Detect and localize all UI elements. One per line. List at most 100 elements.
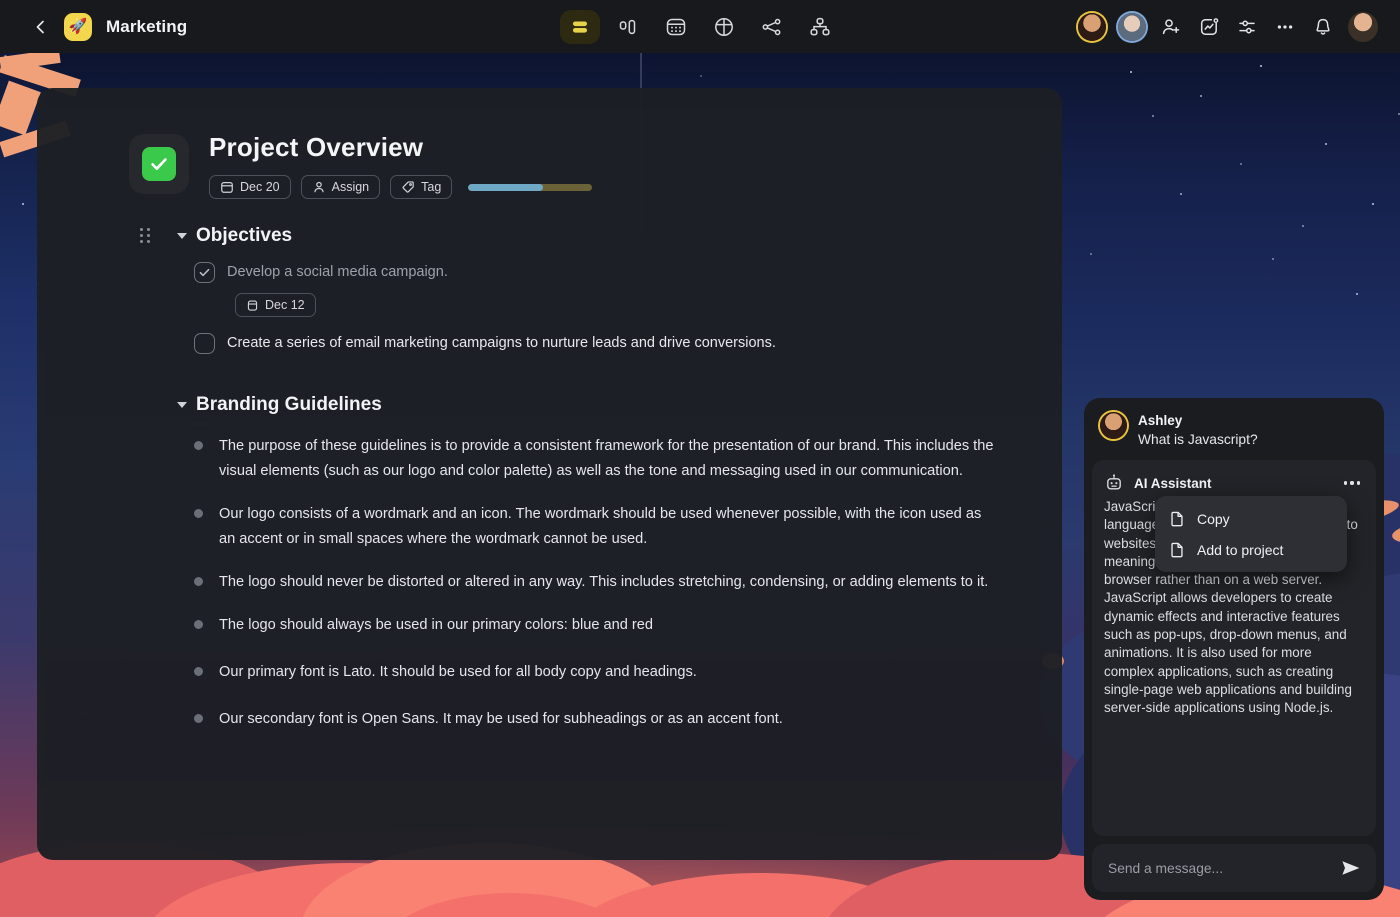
- member-avatar-2[interactable]: [1118, 13, 1146, 41]
- calendar-icon: [246, 299, 259, 312]
- calendar-icon: [664, 15, 688, 39]
- todo-date-pill[interactable]: Dec 12: [235, 293, 316, 317]
- workspace-title: Marketing: [106, 17, 187, 37]
- bullet-icon: [194, 441, 203, 450]
- document-body: Objectives Develop a social media campai…: [37, 199, 1062, 732]
- view-button-calendar[interactable]: [656, 10, 696, 44]
- chat-composer: [1092, 844, 1376, 892]
- user-message-body: Ashley What is Javascript?: [1138, 412, 1258, 450]
- send-button[interactable]: [1340, 858, 1362, 878]
- list-item: The logo should always be used in our pr…: [37, 613, 1062, 638]
- topbar-right-group: [1078, 12, 1378, 42]
- chevron-left-icon[interactable]: [32, 18, 50, 36]
- chat-message-user: Ashley What is Javascript?: [1084, 398, 1384, 460]
- bullet-icon: [194, 667, 203, 676]
- workspace-emoji-badge[interactable]: 🚀: [64, 13, 92, 41]
- add-person-icon[interactable]: [1158, 14, 1184, 40]
- page-title: Project Overview: [209, 132, 592, 163]
- topbar-left-group: 🚀 Marketing: [0, 13, 187, 41]
- view-button-board[interactable]: [608, 10, 648, 44]
- section-objectives: Objectives Develop a social media campai…: [37, 225, 1062, 354]
- checkbox-unchecked[interactable]: [194, 333, 215, 354]
- menu-item-add-label: Add to project: [1197, 542, 1283, 558]
- todo-label: Develop a social media campaign.: [227, 262, 448, 283]
- todo-item[interactable]: Create a series of email marketing campa…: [37, 333, 1062, 354]
- list-item: Our primary font is Lato. It should be u…: [37, 660, 1062, 685]
- view-button-graph[interactable]: [752, 10, 792, 44]
- progress-bar-fill: [468, 184, 542, 191]
- bullet-label: The logo should never be distorted or al…: [219, 570, 988, 595]
- tag-icon: [401, 180, 415, 194]
- board-columns-icon: [617, 16, 639, 38]
- due-date-label: Dec 20: [240, 180, 280, 194]
- todo-item[interactable]: Develop a social media campaign.: [37, 262, 1062, 283]
- add-to-project-icon: [1169, 541, 1186, 558]
- bullet-icon: [194, 620, 203, 629]
- view-button-list[interactable]: [560, 10, 600, 44]
- list-item: The logo should never be distorted or al…: [37, 570, 1062, 595]
- calendar-icon: [220, 180, 234, 194]
- bullet-label: Our primary font is Lato. It should be u…: [219, 660, 697, 685]
- person-icon: [312, 180, 326, 194]
- account-avatar[interactable]: [1348, 12, 1378, 42]
- list-view-icon: [569, 16, 591, 38]
- todo-date-label: Dec 12: [265, 298, 305, 312]
- document-header: Project Overview Dec 20: [37, 88, 1062, 199]
- tag-pill[interactable]: Tag: [390, 175, 452, 199]
- app-root: 🚀 Marketing: [0, 0, 1400, 917]
- org-chart-icon: [808, 15, 832, 39]
- chevron-down-icon[interactable]: [177, 233, 187, 239]
- due-date-pill[interactable]: Dec 20: [209, 175, 291, 199]
- table-grid-icon: [712, 15, 736, 39]
- share-nodes-icon: [760, 15, 784, 39]
- chat-user-name: Ashley: [1138, 412, 1258, 429]
- context-menu: Copy Add to project: [1155, 496, 1347, 572]
- chat-user-message: What is Javascript?: [1138, 430, 1258, 450]
- chevron-down-icon[interactable]: [177, 402, 187, 408]
- assistant-name: AI Assistant: [1134, 476, 1332, 491]
- bullet-label: The purpose of these guidelines is to pr…: [219, 434, 997, 484]
- assistant-header: AI Assistant: [1104, 473, 1362, 493]
- check-mark-icon: [142, 147, 176, 181]
- bullet-label: Our logo consists of a wordmark and an i…: [219, 502, 997, 552]
- chat-message-assistant: AI Assistant JavaScript is a high-level …: [1092, 460, 1376, 836]
- assign-pill[interactable]: Assign: [301, 175, 381, 199]
- send-paper-plane-icon: [1340, 858, 1362, 878]
- menu-item-copy-label: Copy: [1197, 511, 1230, 527]
- bullet-icon: [194, 577, 203, 586]
- checkbox-checked[interactable]: [194, 262, 215, 283]
- document-meta-row: Dec 20 Assign Tag: [209, 175, 592, 199]
- todo-label: Create a series of email marketing campa…: [227, 333, 776, 354]
- copy-icon: [1169, 510, 1186, 527]
- member-avatar-1[interactable]: [1078, 13, 1106, 41]
- check-icon: [198, 266, 211, 279]
- view-switcher: [560, 10, 840, 44]
- assistant-more-icon[interactable]: [1342, 477, 1362, 488]
- document-title-block: Project Overview Dec 20: [209, 130, 592, 199]
- menu-item-add-to-project[interactable]: Add to project: [1155, 534, 1347, 565]
- drag-handle-icon[interactable]: [140, 228, 152, 244]
- sliders-icon[interactable]: [1234, 14, 1260, 40]
- robot-icon: [1104, 473, 1124, 493]
- section-branding-guidelines: Branding Guidelines The purpose of these…: [37, 394, 1062, 732]
- bell-icon[interactable]: [1310, 14, 1336, 40]
- list-item: Our secondary font is Open Sans. It may …: [37, 707, 1062, 732]
- bullet-icon: [194, 509, 203, 518]
- section-objectives-header: Objectives: [37, 225, 1062, 247]
- assign-label: Assign: [332, 180, 370, 194]
- list-item: Our logo consists of a wordmark and an i…: [37, 502, 1062, 552]
- document-card: Project Overview Dec 20: [37, 88, 1062, 860]
- bullet-label: The logo should always be used in our pr…: [219, 613, 653, 638]
- avatar: [1100, 412, 1127, 439]
- activity-pulse-icon[interactable]: [1196, 14, 1222, 40]
- rocket-icon: 🚀: [69, 19, 88, 34]
- menu-item-copy[interactable]: Copy: [1155, 503, 1347, 534]
- message-input[interactable]: [1108, 861, 1340, 876]
- view-button-org[interactable]: [800, 10, 840, 44]
- top-bar: 🚀 Marketing: [0, 0, 1400, 53]
- view-button-table[interactable]: [704, 10, 744, 44]
- ai-chat-panel: Ashley What is Javascript? AI Assistant …: [1084, 398, 1384, 900]
- more-horizontal-icon[interactable]: [1272, 14, 1298, 40]
- document-emoji[interactable]: [129, 134, 189, 194]
- section-title: Branding Guidelines: [196, 394, 382, 416]
